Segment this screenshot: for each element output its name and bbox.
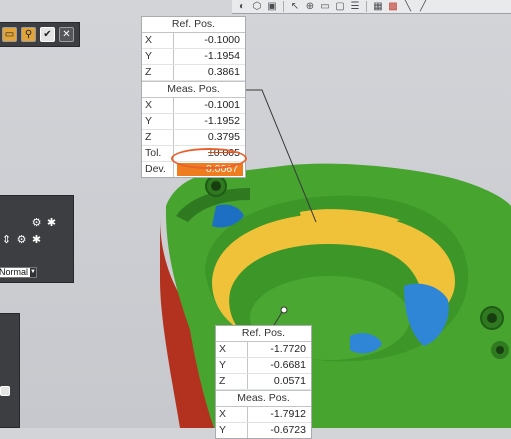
cursor-icon[interactable]: ↖ bbox=[289, 1, 301, 12]
cube-view-icon[interactable]: ⬡ bbox=[251, 1, 263, 12]
ref-x-row: X -0.1000 bbox=[142, 33, 245, 49]
axis-label: X bbox=[142, 33, 174, 48]
meas-y-row: Y -0.6723 bbox=[216, 423, 311, 438]
meas-x-row: X -1.7912 bbox=[216, 407, 311, 423]
panel-row-1: ⚙ ✱ bbox=[31, 216, 57, 229]
meas-x-value: -0.1001 bbox=[204, 99, 240, 111]
sphere-view-icon[interactable]: ◐ bbox=[236, 1, 248, 12]
axis-label: Y bbox=[142, 114, 174, 129]
flange-hole-right-inner bbox=[487, 313, 497, 323]
flange-hole-top-inner bbox=[211, 181, 221, 191]
ref-y-value: -0.6681 bbox=[270, 359, 306, 371]
ref-y-value: -1.1954 bbox=[204, 50, 240, 62]
meas-z-row: Z 0.3795 bbox=[142, 130, 245, 146]
frame-icon[interactable]: ▢ bbox=[334, 1, 346, 12]
slash-icon[interactable]: ╱ bbox=[417, 1, 429, 12]
meas-y-value: -1.1952 bbox=[204, 115, 240, 127]
deviation-highlight-circle bbox=[171, 148, 247, 169]
ref-z-value: 0.3861 bbox=[207, 66, 240, 78]
measure-point-marker[interactable] bbox=[280, 306, 288, 314]
ref-x-row: X -1.7720 bbox=[216, 342, 311, 358]
search-icon[interactable]: ⚲ bbox=[21, 27, 36, 42]
axis-label: X bbox=[142, 98, 174, 113]
mode-dropdown-value: Normal bbox=[0, 267, 29, 277]
gear-icon[interactable]: ⚙ bbox=[16, 233, 27, 246]
spin-icon[interactable]: ⇕ bbox=[1, 233, 12, 246]
close-icon[interactable]: ✕ bbox=[59, 27, 74, 42]
axis-label: Z bbox=[216, 374, 248, 389]
panel-small-button[interactable] bbox=[0, 386, 10, 396]
bug-icon[interactable]: ✱ bbox=[46, 216, 57, 229]
meas-x-row: X -0.1001 bbox=[142, 98, 245, 114]
measurement-tag-bottom[interactable]: Ref. Pos. X -1.7720 Y -0.6681 Z 0.0571 Meas… bbox=[215, 325, 312, 439]
color-grid-icon[interactable]: ▩ bbox=[387, 1, 399, 12]
folder-icon[interactable]: ▭ bbox=[2, 27, 17, 42]
meas-x-value: -1.7912 bbox=[270, 408, 306, 420]
axis-label: Z bbox=[142, 130, 174, 145]
box-view-icon[interactable]: ▣ bbox=[266, 1, 278, 12]
chevron-down-icon[interactable]: ▼ bbox=[30, 268, 36, 277]
lower-left-panel bbox=[0, 313, 20, 428]
ref-z-row: Z 0.0571 bbox=[216, 374, 311, 390]
ref-x-value: -1.7720 bbox=[270, 343, 306, 355]
display-options-panel: ⚙ ✱ ⇕ ⚙ ✱ Normal ▼ bbox=[0, 195, 74, 283]
meas-pos-header: Meas. Pos. bbox=[216, 390, 311, 407]
meas-y-value: -0.6723 bbox=[270, 424, 306, 436]
ref-z-value: 0.0571 bbox=[273, 375, 306, 387]
flange-hole-bottom-inner bbox=[496, 346, 504, 354]
deviation-label: Dev. bbox=[142, 162, 174, 177]
gear-icon[interactable]: ⚙ bbox=[31, 216, 42, 229]
ref-y-row: Y -0.6681 bbox=[216, 358, 311, 374]
view-toolbar: ◐ ⬡ ▣ ↖ ⊕ ▭ ▢ ☰ ▦ ▩ ╲ ╱ bbox=[232, 0, 511, 14]
ref-z-row: Z 0.3861 bbox=[142, 65, 245, 81]
meas-y-row: Y -1.1952 bbox=[142, 114, 245, 130]
quick-action-row: ▭ ⚲ ✔ ✕ bbox=[2, 27, 74, 42]
toolbar-divider bbox=[366, 1, 367, 12]
axis-label: Z bbox=[142, 65, 174, 80]
meas-pos-header: Meas. Pos. bbox=[142, 81, 245, 98]
checklist-icon[interactable]: ☰ bbox=[349, 1, 361, 12]
measure-icon[interactable]: ⊕ bbox=[304, 1, 316, 12]
axis-label: Y bbox=[216, 358, 248, 373]
diagonal-icon[interactable]: ╲ bbox=[402, 1, 414, 12]
axis-label: X bbox=[216, 407, 248, 422]
axis-label: Y bbox=[216, 423, 248, 438]
toolbar-divider bbox=[283, 1, 284, 12]
check-icon[interactable]: ✔ bbox=[40, 27, 55, 42]
grid-icon[interactable]: ▦ bbox=[372, 1, 384, 12]
axis-label: Y bbox=[142, 49, 174, 64]
ref-pos-header: Ref. Pos. bbox=[142, 17, 245, 33]
ref-y-row: Y -1.1954 bbox=[142, 49, 245, 65]
axis-label: X bbox=[216, 342, 248, 357]
meas-z-value: 0.3795 bbox=[207, 131, 240, 143]
tolerance-label: Tol. bbox=[142, 146, 174, 161]
bug-icon[interactable]: ✱ bbox=[31, 233, 42, 246]
quick-action-panel: ▭ ⚲ ✔ ✕ bbox=[0, 22, 80, 47]
window-icon[interactable]: ▭ bbox=[319, 1, 331, 12]
ref-x-value: -0.1000 bbox=[204, 34, 240, 46]
ref-pos-header: Ref. Pos. bbox=[216, 326, 311, 342]
mode-dropdown[interactable]: Normal ▼ bbox=[0, 267, 37, 278]
panel-row-2: ⇕ ⚙ ✱ bbox=[1, 233, 42, 246]
